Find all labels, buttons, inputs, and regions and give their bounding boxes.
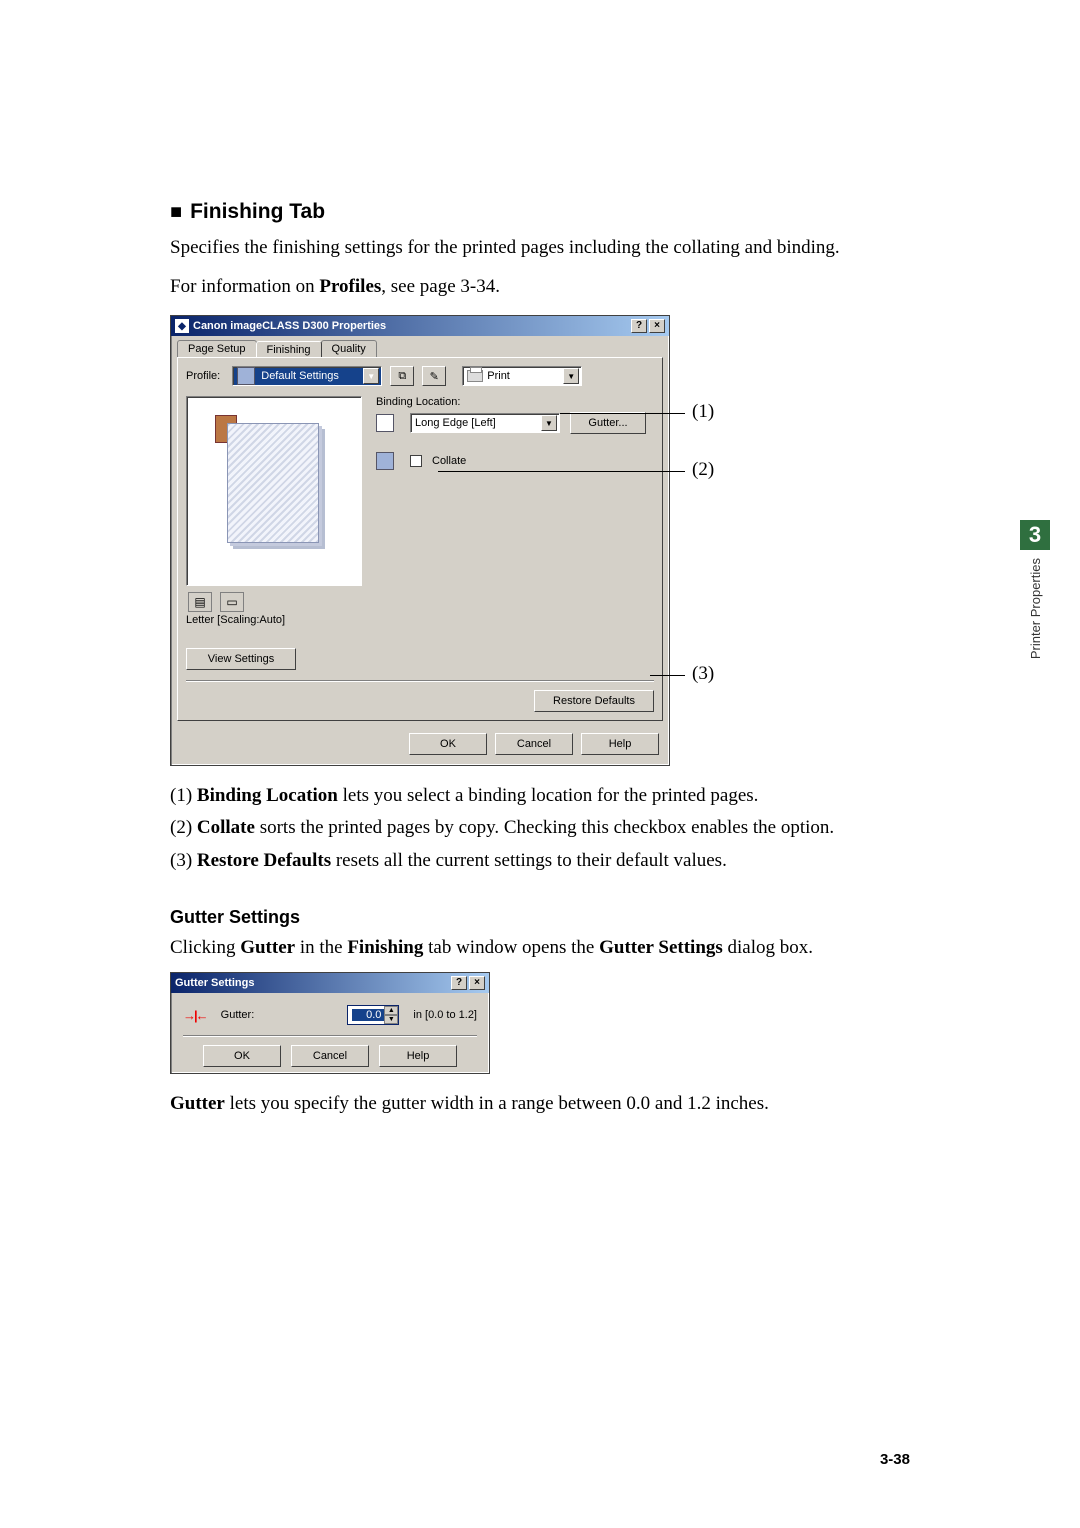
gutter-explain: Gutter lets you specify the gutter width… (170, 1090, 910, 1119)
spin-down-icon[interactable]: ▼ (384, 1015, 398, 1024)
profile-icon (237, 367, 255, 385)
intro2-c: , see page 3-34. (381, 276, 500, 297)
chapter-side-tab: 3 Printer Properties (1020, 520, 1050, 659)
page-preview (186, 396, 362, 586)
divider (183, 1035, 477, 1037)
gutter-label: Gutter: (221, 1009, 255, 1021)
preview-column: ▤ ▭ Letter [Scaling:Auto] View Settings (186, 396, 362, 670)
intro2-b: Profiles (319, 276, 381, 297)
tab-finishing[interactable]: Finishing (256, 341, 322, 358)
callout-2: (2) (692, 459, 714, 481)
gutter-button[interactable]: Gutter... (570, 412, 646, 434)
gutter-dialog-title: Gutter Settings (175, 977, 254, 989)
gutter-intro: Clicking Gutter in the Finishing tab win… (170, 934, 910, 963)
controls-column: Binding Location: Long Edge [Left] ▼ Gut… (376, 396, 654, 470)
gutter-titlebar: Gutter Settings ? × (171, 973, 489, 993)
properties-dialog: ◆ Canon imageCLASS D300 Properties ? × P… (170, 315, 670, 766)
gutter-arrows-icon: →|← (183, 1008, 207, 1023)
chevron-down-icon: ▼ (541, 415, 557, 431)
help-button[interactable]: Help (379, 1045, 457, 1067)
profile-add-icon[interactable]: ⧉ (390, 366, 414, 386)
tab-row: Page Setup Finishing Quality (171, 336, 669, 357)
gutter-range: in [0.0 to 1.2] (413, 1009, 477, 1021)
cancel-button[interactable]: Cancel (495, 733, 573, 755)
page-stack-icon (227, 423, 319, 543)
tab-pane: Profile: Default Settings ▼ ⧉ ✎ Print ▼ (177, 357, 663, 721)
profile-value: Default Settings (261, 370, 339, 382)
restore-defaults-button[interactable]: Restore Defaults (534, 690, 654, 712)
gutter-spinner[interactable]: 0.0 ▲▼ (347, 1005, 399, 1025)
collate-checkbox[interactable] (410, 455, 422, 467)
gutter-value: 0.0 (352, 1009, 384, 1021)
collate-icon (376, 452, 394, 470)
close-icon[interactable]: × (469, 976, 485, 990)
intro-line-2: For information on Profiles, see page 3-… (170, 273, 910, 302)
output-value: Print (487, 370, 510, 382)
divider (186, 680, 654, 682)
profile-label: Profile: (186, 370, 220, 382)
callout-3: (3) (692, 663, 714, 685)
list-item: (1) Binding Location lets you select a b… (170, 780, 910, 812)
app-icon: ◆ (175, 319, 189, 333)
callout-line-3 (650, 675, 685, 676)
list-item: (3) Restore Defaults resets all the curr… (170, 845, 910, 877)
tab-page-setup[interactable]: Page Setup (177, 340, 257, 357)
chapter-title: Printer Properties (1028, 558, 1043, 659)
preview-mode-icon-1[interactable]: ▤ (188, 592, 212, 612)
close-icon[interactable]: × (649, 319, 665, 333)
help-icon[interactable]: ? (451, 976, 467, 990)
binding-icon (376, 414, 394, 432)
callout-line-1 (560, 413, 685, 414)
help-icon[interactable]: ? (631, 319, 647, 333)
dialog-title: Canon imageCLASS D300 Properties (193, 320, 386, 332)
profile-select[interactable]: Default Settings ▼ (232, 366, 382, 386)
spin-up-icon[interactable]: ▲ (384, 1006, 398, 1015)
chevron-down-icon: ▼ (563, 368, 579, 384)
ok-button[interactable]: OK (409, 733, 487, 755)
chapter-number: 3 (1020, 520, 1050, 550)
gutter-figure: Gutter Settings ? × →|← Gutter: 0.0 ▲▼ i… (170, 972, 910, 1074)
binding-label: Binding Location: (376, 396, 654, 408)
section-heading: ■ Finishing Tab (170, 200, 910, 224)
callout-1: (1) (692, 401, 714, 423)
binding-value: Long Edge [Left] (415, 417, 496, 429)
callout-line-2 (438, 471, 685, 472)
tab-quality[interactable]: Quality (321, 340, 377, 357)
preview-mode-icon-2[interactable]: ▭ (220, 592, 244, 612)
ok-button[interactable]: OK (203, 1045, 281, 1067)
square-bullet-icon: ■ (170, 201, 182, 223)
gutter-dialog: Gutter Settings ? × →|← Gutter: 0.0 ▲▼ i… (170, 972, 490, 1074)
profile-edit-icon[interactable]: ✎ (422, 366, 446, 386)
collate-label: Collate (432, 455, 466, 467)
intro2-a: For information on (170, 276, 319, 297)
output-select[interactable]: Print ▼ (462, 366, 582, 386)
list-item: (2) Collate sorts the printed pages by c… (170, 812, 910, 844)
gutter-heading: Gutter Settings (170, 907, 910, 928)
printer-icon (467, 370, 483, 382)
dialog-button-row: OK Cancel Help (171, 727, 669, 765)
preview-caption: Letter [Scaling:Auto] (186, 614, 362, 626)
page-number: 3-38 (880, 1451, 910, 1468)
titlebar: ◆ Canon imageCLASS D300 Properties ? × (171, 316, 669, 336)
help-button[interactable]: Help (581, 733, 659, 755)
heading-text: Finishing Tab (190, 200, 325, 223)
view-settings-button[interactable]: View Settings (186, 648, 296, 670)
cancel-button[interactable]: Cancel (291, 1045, 369, 1067)
chevron-down-icon: ▼ (363, 368, 379, 384)
properties-figure: ◆ Canon imageCLASS D300 Properties ? × P… (170, 315, 750, 766)
binding-select[interactable]: Long Edge [Left] ▼ (410, 413, 560, 433)
explanation-list: (1) Binding Location lets you select a b… (170, 780, 910, 877)
intro-line-1: Specifies the finishing settings for the… (170, 234, 910, 263)
